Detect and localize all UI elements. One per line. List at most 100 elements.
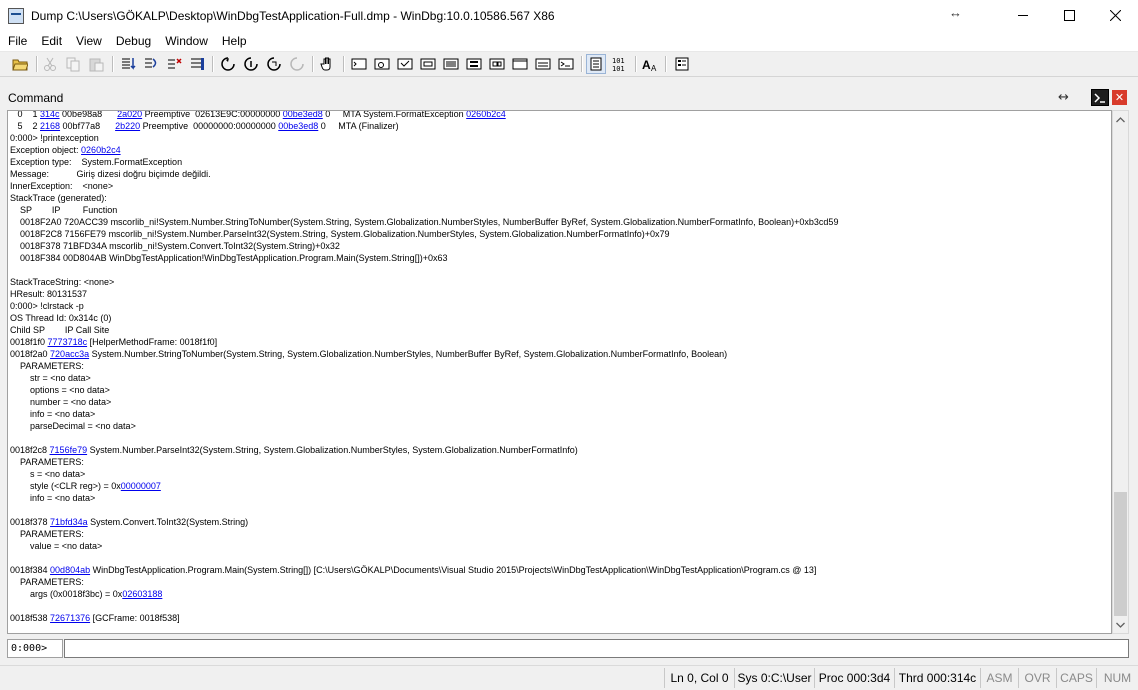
dml-link[interactable]: 7773718c	[48, 337, 88, 347]
step-out-icon	[168, 58, 182, 69]
dock-arrows-icon[interactable]: ↔	[1058, 90, 1069, 105]
stop-debugging-button[interactable]	[287, 54, 307, 74]
source-mode-button[interactable]	[586, 54, 606, 74]
output-line: Child SP IP Call Site	[10, 324, 838, 336]
windbg-app-icon[interactable]	[8, 7, 24, 24]
command-window-button[interactable]	[349, 54, 369, 74]
scratch-pad-button[interactable]	[510, 54, 530, 74]
go-icon	[221, 57, 235, 71]
output-line: Exception object: 0260b2c4	[10, 144, 838, 156]
hand-button[interactable]	[318, 54, 338, 74]
status-bar: Ln 0, Col 0 Sys 0:C:\User Proc 000:3d4 T…	[0, 665, 1138, 690]
options-button[interactable]	[672, 54, 692, 74]
menu-view[interactable]: View	[69, 34, 109, 48]
dml-link[interactable]: 0260b2c4	[466, 111, 506, 119]
output-text: [GCFrame: 0018f538]	[90, 613, 180, 623]
toolbar-separator	[212, 56, 214, 72]
status-asm: ASM	[980, 668, 1018, 688]
scroll-down-button[interactable]	[1113, 616, 1128, 633]
output-text: Exception type: System.FormatException	[10, 157, 183, 167]
output-text: 0018f538	[10, 613, 51, 623]
output-text: info = <no data>	[10, 493, 96, 503]
minimize-button[interactable]	[1000, 0, 1046, 31]
copy-button[interactable]	[63, 54, 83, 74]
svg-text:101: 101	[612, 65, 625, 72]
dml-link[interactable]: 7156fe79	[50, 445, 88, 455]
run-to-cursor-button[interactable]	[187, 54, 207, 74]
maximize-button[interactable]	[1046, 0, 1092, 31]
watch-window-button[interactable]	[372, 54, 392, 74]
output-text: Child SP IP Call Site	[10, 325, 110, 335]
command-window-icon	[351, 58, 367, 70]
cut-button[interactable]	[40, 54, 60, 74]
status-process: Proc 000:3d4	[814, 668, 894, 688]
output-line: value = <no data>	[10, 540, 838, 552]
dml-link[interactable]: 0260b2c4	[81, 145, 121, 155]
dml-link[interactable]: 00be3ed8	[283, 111, 323, 119]
break-button[interactable]	[241, 54, 261, 74]
paste-icon	[89, 58, 104, 72]
output-line: SP IP Function	[10, 204, 838, 216]
step-into-button[interactable]	[118, 54, 138, 74]
registers-window-button[interactable]	[418, 54, 438, 74]
dml-link[interactable]: 2b220	[115, 121, 140, 131]
open-button[interactable]	[10, 54, 30, 74]
output-line: 0018f384 00d804ab WinDbgTestApplication.…	[10, 564, 838, 576]
command-input[interactable]	[64, 639, 1129, 658]
scroll-thumb[interactable]	[1114, 492, 1127, 616]
dml-link[interactable]: 00000007	[121, 481, 161, 491]
output-scrollbar[interactable]	[1112, 110, 1129, 634]
menu-edit[interactable]: Edit	[34, 34, 69, 48]
dml-link[interactable]: 2168	[40, 121, 60, 131]
cut-icon	[44, 57, 56, 71]
output-text: args (0x0018f3bc) = 0x	[10, 589, 123, 599]
font-icon: AA	[642, 58, 657, 72]
dml-link[interactable]: 02603188	[122, 589, 162, 599]
dml-link[interactable]: 2a020	[117, 111, 142, 119]
hex-mode-button[interactable]: 101 101	[610, 54, 630, 74]
restart-button[interactable]	[264, 54, 284, 74]
go-button[interactable]	[218, 54, 238, 74]
locals-window-button[interactable]	[395, 54, 415, 74]
output-line: 0:000> !printexception	[10, 132, 838, 144]
output-text: 0:000> !clrstack -p	[10, 301, 84, 311]
disassembly-window-button[interactable]	[487, 54, 507, 74]
step-out-button[interactable]	[164, 54, 184, 74]
dml-link[interactable]: 72671376	[50, 613, 90, 623]
dml-link[interactable]: 314c	[40, 111, 60, 119]
memory-window-button[interactable]	[441, 54, 461, 74]
command-prompt-button[interactable]	[1091, 89, 1109, 106]
toolbar-separator	[112, 56, 114, 72]
dml-link[interactable]: 720acc3a	[50, 349, 89, 359]
output-text: style (<CLR reg>) = 0x	[10, 481, 121, 491]
status-num: NUM	[1096, 668, 1138, 688]
disassembly-window-icon	[489, 58, 505, 70]
font-button[interactable]: AA	[640, 54, 660, 74]
dml-link[interactable]: 00be3ed8	[278, 121, 318, 131]
output-line: PARAMETERS:	[10, 360, 838, 372]
step-over-icon	[145, 58, 157, 68]
output-line: 0018f538 72671376 [GCFrame: 0018f538]	[10, 612, 838, 624]
output-text: Preemptive 00000000:00000000	[140, 121, 279, 131]
command-output[interactable]: 0 1 314c 00be98a8 2a020 Preemptive 02613…	[7, 110, 1112, 634]
output-line: 0018F2A0 720ACC39 mscorlib_ni!System.Num…	[10, 216, 838, 228]
scroll-up-button[interactable]	[1113, 111, 1128, 128]
dml-link[interactable]: 71bfd34a	[50, 517, 88, 527]
processes-threads-button[interactable]	[533, 54, 553, 74]
call-stack-window-button[interactable]	[464, 54, 484, 74]
menu-help[interactable]: Help	[215, 34, 254, 48]
step-over-button[interactable]	[141, 54, 161, 74]
menu-debug[interactable]: Debug	[109, 34, 158, 48]
dml-link[interactable]: 00d804ab	[50, 565, 90, 575]
output-text: 0018f2a0	[10, 349, 51, 359]
close-panel-button[interactable]: ✕	[1112, 90, 1127, 105]
paste-button[interactable]	[86, 54, 106, 74]
menu-file[interactable]: File	[0, 34, 34, 48]
output-text: 0018f1f0	[10, 337, 48, 347]
command-browser-button[interactable]	[556, 54, 576, 74]
run-to-cursor-icon	[191, 58, 204, 70]
output-text: 00bf77a8	[60, 121, 116, 131]
output-line: InnerException: <none>	[10, 180, 838, 192]
close-window-button[interactable]	[1092, 0, 1138, 31]
menu-window[interactable]: Window	[158, 34, 215, 48]
